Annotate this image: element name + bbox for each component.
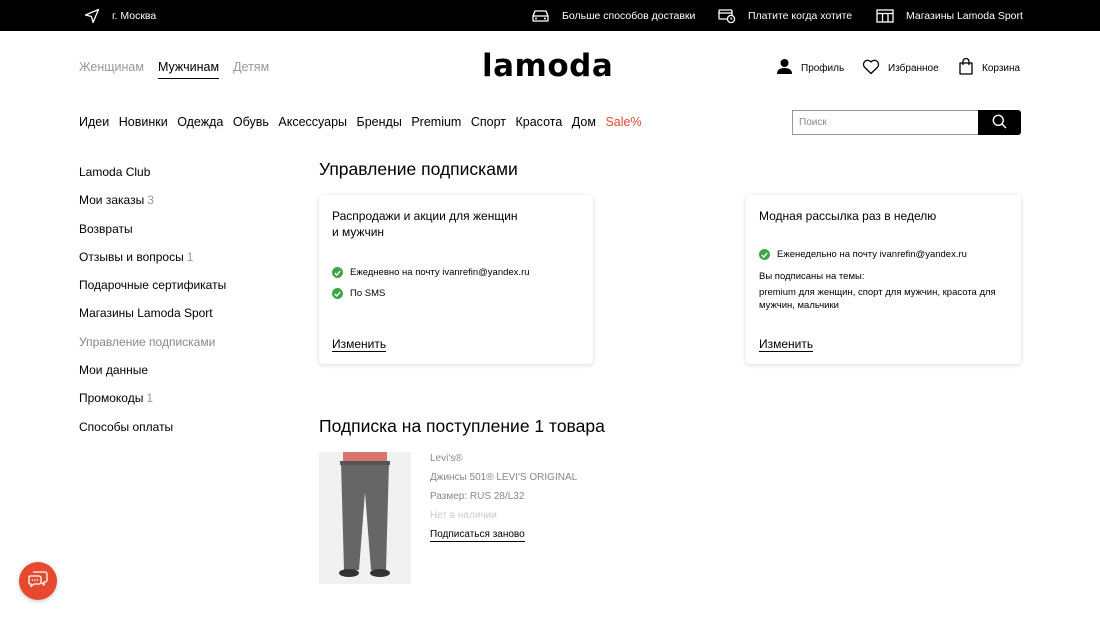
tab-kids[interactable]: Детям <box>233 60 269 79</box>
account-sidebar: Lamoda Club Мои заказы 3 Возвраты Отзывы … <box>79 164 226 447</box>
resubscribe-button[interactable]: Подписаться заново <box>430 529 525 542</box>
checkmark-icon <box>759 249 770 260</box>
sms-channel: По SMS <box>332 288 385 299</box>
stock-status: Нет в наличии <box>430 510 497 521</box>
bag-icon <box>958 57 974 78</box>
card-title: Распродажи и акции для женщин и мужчин <box>332 208 518 240</box>
search-icon <box>992 114 1007 132</box>
product-brand: Levi's® <box>430 453 463 464</box>
change-button[interactable]: Изменить <box>332 337 387 352</box>
pay-later-label: Платите когда хотите <box>748 9 853 22</box>
favorites-label: Избранное <box>888 62 939 74</box>
nav-premium[interactable]: Premium <box>411 115 461 129</box>
email-channel-label: Ежедневно на почту ivanrefin@yandex.ru <box>350 267 530 278</box>
orders-count: 3 <box>147 193 154 208</box>
sidebar-item-label: Способы оплаты <box>79 419 174 434</box>
tab-women[interactable]: Женщинам <box>79 60 144 79</box>
city-label: г. Москва <box>112 9 157 22</box>
store-icon <box>876 8 894 24</box>
sidebar-item-label: Подарочные сертификаты <box>79 278 227 293</box>
themes-list-cont: мужчин, мальчики <box>759 300 839 311</box>
checkmark-icon <box>332 267 343 278</box>
email-channel-label: Еженедельно на почту ivanrefin@yandex.ru <box>777 249 967 260</box>
search-input[interactable] <box>792 110 978 135</box>
nav-accessories[interactable]: Аксессуары <box>278 115 347 129</box>
chat-icon <box>28 570 48 593</box>
nav-brands[interactable]: Бренды <box>357 115 402 129</box>
category-nav: Идеи Новинки Одежда Обувь Аксессуары Бре… <box>79 115 651 129</box>
checkmark-icon <box>332 288 343 299</box>
sms-channel-label: По SMS <box>350 288 386 299</box>
chat-button[interactable] <box>19 562 57 600</box>
stores-link[interactable]: Магазины Lamoda Sport <box>876 0 1023 31</box>
restock-title: Подписка на поступление 1 товара <box>319 416 605 436</box>
car-icon <box>531 8 550 24</box>
nav-new[interactable]: Новинки <box>119 115 168 129</box>
themes-block: Вы подписаны на темы: premium для женщин… <box>759 270 996 312</box>
sidebar-item-label: Управление подписками <box>79 334 216 349</box>
search-button[interactable] <box>978 110 1021 135</box>
sidebar-item-label: Lamoda Club <box>79 165 151 179</box>
sidebar-item-stores[interactable]: Магазины Lamoda Sport <box>79 305 226 333</box>
delivery-link[interactable]: Больше способов доставки <box>531 0 695 31</box>
product-info: Levi's® Джинсы 501® LEVI'S ORIGINAL Разм… <box>430 453 577 542</box>
profile-link[interactable]: Профиль <box>776 58 844 78</box>
sidebar-item-label: Магазины Lamoda Sport <box>79 306 213 321</box>
sidebar-item-my-data[interactable]: Мои данные <box>79 362 226 390</box>
sidebar-item-label: Мои данные <box>79 363 149 378</box>
themes-label: Вы подписаны на темы: <box>759 271 865 282</box>
location-arrow-icon <box>84 8 100 24</box>
product-name[interactable]: Джинсы 501® LEVI'S ORIGINAL <box>430 472 577 491</box>
nav-beauty[interactable]: Красота <box>516 115 563 129</box>
heart-icon <box>862 59 880 78</box>
sidebar-item-label: Возвраты <box>79 221 133 236</box>
email-channel: Ежедневно на почту ivanrefin@yandex.ru <box>332 267 530 278</box>
favorites-link[interactable]: Избранное <box>862 58 939 78</box>
reviews-count: 1 <box>186 249 194 264</box>
subscription-card-weekly: Модная рассылка раз в неделю Еженедельно… <box>746 195 1021 364</box>
sidebar-item-returns[interactable]: Возвраты <box>79 221 226 249</box>
card-title-line: Распродажи и акции для женщин <box>332 209 518 223</box>
sidebar-item-reviews[interactable]: Отзывы и вопросы 1 <box>79 249 226 277</box>
sidebar-item-payment-methods[interactable]: Способы оплаты <box>79 419 226 447</box>
nav-home[interactable]: Дом <box>572 115 596 129</box>
subscription-card-sales: Распродажи и акции для женщин и мужчин Е… <box>319 195 593 364</box>
top-bar: г. Москва Больше способов доставки Плати… <box>0 0 1100 31</box>
nav-shoes[interactable]: Обувь <box>233 115 269 129</box>
pay-later-link[interactable]: Платите когда хотите <box>718 0 852 31</box>
card-title: Модная рассылка раз в неделю <box>759 209 937 223</box>
nav-sale[interactable]: Sale% <box>605 115 641 129</box>
sidebar-item-gift-cards[interactable]: Подарочные сертификаты <box>79 277 226 305</box>
gender-tabs: Женщинам Мужчинам Детям <box>79 60 269 79</box>
cart-link[interactable]: Корзина <box>958 57 1021 78</box>
sidebar-item-label: Мои заказы <box>79 193 145 208</box>
delivery-label: Больше способов доставки <box>562 9 696 22</box>
product-size: Размер: RUS 28/L32 <box>430 491 525 502</box>
tab-men[interactable]: Мужчинам <box>157 60 220 79</box>
nav-ideas[interactable]: Идеи <box>79 115 109 129</box>
profile-label: Профиль <box>801 62 845 74</box>
search-bar <box>792 110 1021 135</box>
card-title-line: и мужчин <box>332 225 385 239</box>
change-button[interactable]: Изменить <box>759 337 814 352</box>
payment-icon <box>718 8 736 24</box>
nav-clothes[interactable]: Одежда <box>177 115 223 129</box>
promocodes-count: 1 <box>146 391 154 406</box>
sidebar-item-orders[interactable]: Мои заказы 3 <box>79 192 226 220</box>
cart-label: Корзина <box>982 62 1021 74</box>
user-icon <box>776 58 793 78</box>
lamoda-logo[interactable]: lamoda <box>482 48 613 84</box>
product-image[interactable] <box>319 452 411 584</box>
city-selector[interactable]: г. Москва <box>84 0 156 31</box>
sidebar-item-lamoda-club[interactable]: Lamoda Club <box>79 164 226 192</box>
email-channel: Еженедельно на почту ivanrefin@yandex.ru <box>759 249 967 260</box>
page-title: Управление подписками <box>319 159 518 179</box>
sidebar-item-label: Отзывы и вопросы <box>79 249 184 264</box>
sidebar-item-subscriptions[interactable]: Управление подписками <box>79 334 226 362</box>
nav-sport[interactable]: Спорт <box>471 115 506 129</box>
themes-list: premium для женщин, спорт для мужчин, кр… <box>759 287 996 298</box>
stores-label: Магазины Lamoda Sport <box>906 9 1023 22</box>
sidebar-item-promocodes[interactable]: Промокоды 1 <box>79 390 226 418</box>
sidebar-item-label: Промокоды <box>79 391 144 406</box>
